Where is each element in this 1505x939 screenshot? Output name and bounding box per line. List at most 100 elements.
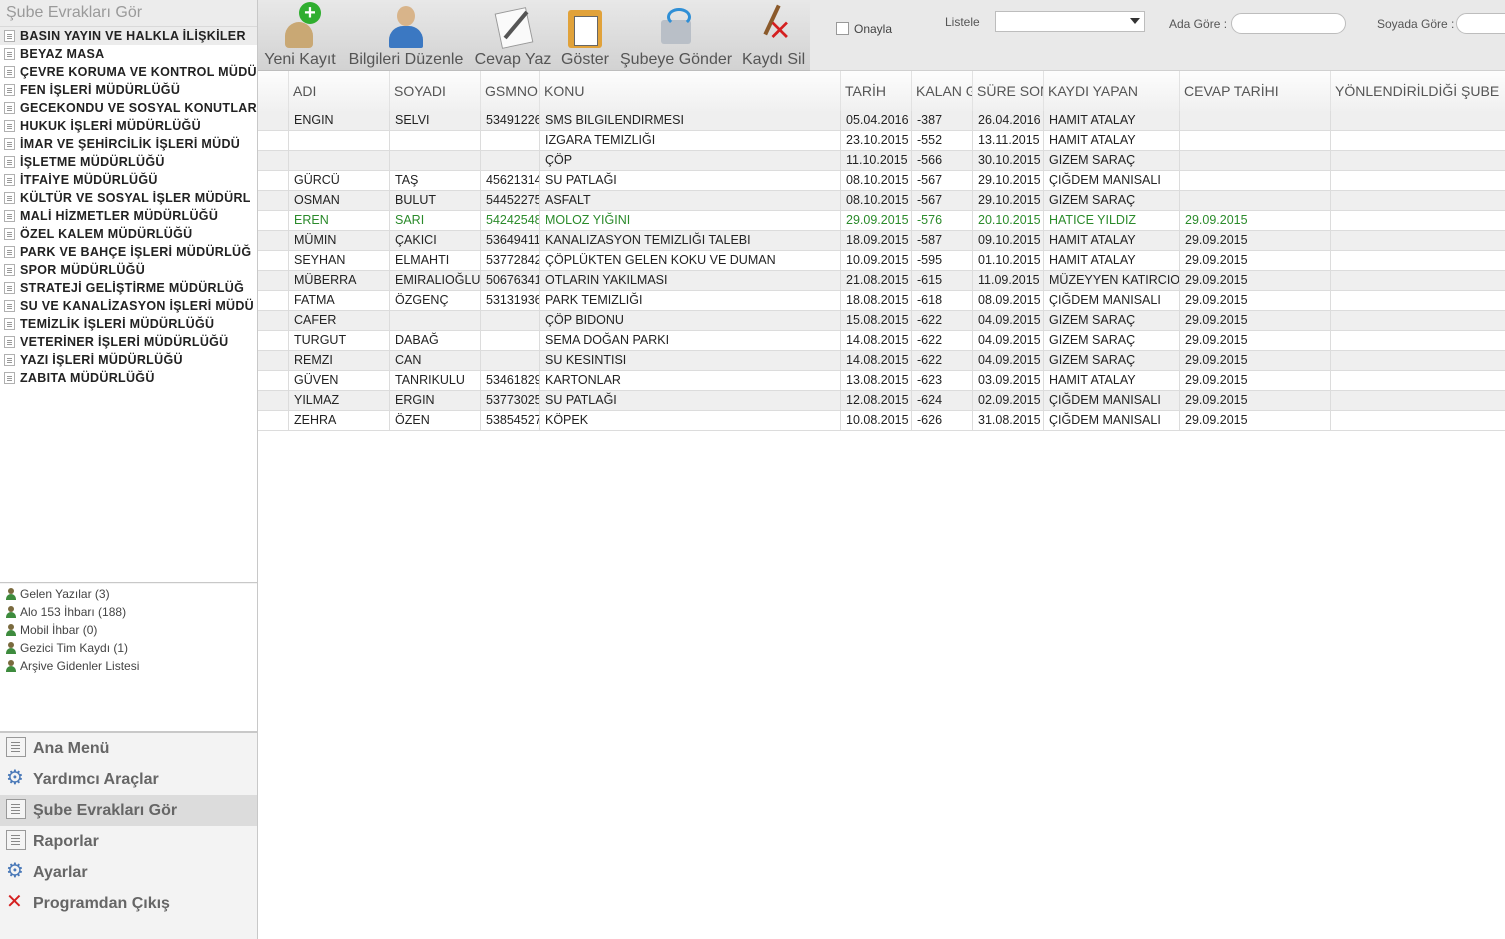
- nav-item[interactable]: Şube Evrakları Gör: [0, 795, 257, 826]
- department-label: HUKUK İŞLERİ MÜDÜRLÜĞÜ: [20, 119, 201, 133]
- table-row[interactable]: TURGUT DABAĞ SEMA DOĞAN PARKI 14.08.2015 -62…: [258, 331, 1505, 351]
- column-header[interactable]: ADI: [288, 71, 389, 111]
- new-record-button[interactable]: Yeni Kayıt: [264, 0, 336, 70]
- list-select[interactable]: [995, 11, 1145, 32]
- table-row[interactable]: GÜVEN TANRIKULU 53461829 KARTONLAR 13.08.201…: [258, 371, 1505, 391]
- column-header[interactable]: KALAN G: [911, 71, 972, 111]
- table-cell: [1330, 251, 1505, 270]
- show-button[interactable]: Göster: [560, 0, 610, 70]
- table-cell: 04.09.2015: [972, 351, 1043, 370]
- table-cell: GIZEM SARAÇ: [1043, 151, 1179, 170]
- department-item[interactable]: İMAR VE ŞEHİRCİLİK İŞLERİ MÜDÜ: [0, 135, 257, 153]
- table-row[interactable]: MÜBERRA EMIRALIOĞLU 50676341 OTLARIN YAKILM…: [258, 271, 1505, 291]
- department-item[interactable]: VETERİNER İŞLERİ MÜDÜRLÜĞÜ: [0, 333, 257, 351]
- table-cell: [1330, 111, 1505, 130]
- nav-item[interactable]: Ayarlar: [0, 855, 257, 888]
- department-label: ZABITA MÜDÜRLÜĞÜ: [20, 371, 155, 385]
- nav-item[interactable]: Ana Menü: [0, 733, 257, 764]
- inbox-item[interactable]: Arşive Gidenler Listesi: [0, 657, 257, 675]
- table-row[interactable]: MÜMIN ÇAKICI 53649411 KANALIZASYON TEMIZLIĞ…: [258, 231, 1505, 251]
- table-cell: PARK TEMIZLIĞI: [539, 291, 840, 310]
- department-item[interactable]: ZABITA MÜDÜRLÜĞÜ: [0, 369, 257, 387]
- department-item[interactable]: HUKUK İŞLERİ MÜDÜRLÜĞÜ: [0, 117, 257, 135]
- table-cell: TANRIKULU: [389, 371, 480, 390]
- department-item[interactable]: ÇEVRE KORUMA VE KONTROL MÜDÜ: [0, 63, 257, 81]
- nav-item[interactable]: Yardımcı Araçlar: [0, 762, 257, 795]
- table-row[interactable]: OSMAN BULUT 54452275 ASFALT 08.10.2015 -567 29…: [258, 191, 1505, 211]
- department-item[interactable]: YAZI İŞLERİ MÜDÜRLÜĞÜ: [0, 351, 257, 369]
- inbox-item[interactable]: Gelen Yazılar (3): [0, 585, 257, 603]
- document-icon: [4, 192, 15, 204]
- department-item[interactable]: BASIN YAYIN VE HALKLA İLİŞKİLER: [0, 27, 257, 45]
- surname-filter-input[interactable]: [1456, 13, 1505, 34]
- checkbox-icon[interactable]: [836, 22, 849, 35]
- department-item[interactable]: SPOR MÜDÜRLÜĞÜ: [0, 261, 257, 279]
- department-label: FEN İŞLERİ MÜDÜRLÜĞÜ: [20, 83, 181, 97]
- department-item[interactable]: İŞLETME MÜDÜRLÜĞÜ: [0, 153, 257, 171]
- column-header[interactable]: GSMNO: [480, 71, 539, 111]
- column-header[interactable]: KAYDI YAPAN: [1043, 71, 1179, 111]
- department-item[interactable]: SU VE KANALİZASYON İŞLERİ MÜDÜ: [0, 297, 257, 315]
- name-filter-input[interactable]: [1231, 13, 1346, 34]
- table-row[interactable]: SEYHAN ELMAHTI 53772842 ÇÖPLÜKTEN GELEN KOK…: [258, 251, 1505, 271]
- department-item[interactable]: BEYAZ MASA: [0, 45, 257, 63]
- approve-checkbox[interactable]: Onayla: [836, 22, 892, 36]
- table-cell: ÇIĞDEM MANISALI: [1043, 391, 1179, 410]
- department-item[interactable]: İTFAİYE MÜDÜRLÜĞÜ: [0, 171, 257, 189]
- table-cell: ÖZEN: [389, 411, 480, 430]
- table-cell: 04.09.2015: [972, 331, 1043, 350]
- department-item[interactable]: PARK VE BAHÇE İŞLERİ MÜDÜRLÜĞ: [0, 243, 257, 261]
- table-cell: [1330, 311, 1505, 330]
- department-item[interactable]: STRATEJİ GELİŞTİRME MÜDÜRLÜĞ: [0, 279, 257, 297]
- department-item[interactable]: MALİ HİZMETLER MÜDÜRLÜĞÜ: [0, 207, 257, 225]
- column-header[interactable]: KONU: [539, 71, 840, 111]
- document-icon: [4, 264, 15, 276]
- column-header[interactable]: SOYADI: [389, 71, 480, 111]
- document-icon: [4, 66, 15, 78]
- department-item[interactable]: TEMİZLİK İŞLERİ MÜDÜRLÜĞÜ: [0, 315, 257, 333]
- table-cell: [1330, 291, 1505, 310]
- table-cell: 29.09.2015: [1179, 371, 1330, 390]
- inbox-item[interactable]: Gezici Tim Kaydı (1): [0, 639, 257, 657]
- inbox-item[interactable]: Alo 153 İhbarı (188): [0, 603, 257, 621]
- table-row[interactable]: CAFER ÇÖP BIDONU 15.08.2015 -622 04.09.2015 G…: [258, 311, 1505, 331]
- inbox-item[interactable]: Mobil İhbar (0): [0, 621, 257, 639]
- column-header[interactable]: YÖNLENDİRİLDİĞİ ŞUBE: [1330, 71, 1505, 111]
- delete-record-button[interactable]: Kaydı Sil: [742, 0, 805, 70]
- department-item[interactable]: FEN İŞLERİ MÜDÜRLÜĞÜ: [0, 81, 257, 99]
- reply-button[interactable]: Cevap Yaz: [474, 0, 552, 70]
- column-header[interactable]: TARİH: [840, 71, 911, 111]
- table-cell: 29.09.2015: [1179, 291, 1330, 310]
- table-cell: SEYHAN: [288, 251, 389, 270]
- table-row[interactable]: ÇÖP 11.10.2015 -566 30.10.2015 GIZEM SARAÇ: [258, 151, 1505, 171]
- table-cell: [1330, 371, 1505, 390]
- table-row[interactable]: REMZI CAN SU KESINTISI 14.08.2015 -622 04.09.…: [258, 351, 1505, 371]
- table-cell: [1179, 171, 1330, 190]
- table-cell: 11.10.2015: [840, 151, 911, 170]
- table-cell: 05.04.2016: [840, 111, 911, 130]
- department-item[interactable]: GECEKONDU VE SOSYAL KONUTLAR: [0, 99, 257, 117]
- table-row[interactable]: YILMAZ ERGIN 53773025 SU PATLAĞI 12.08.2015-…: [258, 391, 1505, 411]
- table-cell: 15.08.2015: [840, 311, 911, 330]
- table-cell: 50676341: [480, 271, 539, 290]
- table-cell: -615: [911, 271, 972, 290]
- table-cell: [1330, 351, 1505, 370]
- department-item[interactable]: KÜLTÜR VE SOSYAL İŞLER MÜDÜRL: [0, 189, 257, 207]
- table-cell: 29.10.2015: [972, 191, 1043, 210]
- table-row[interactable]: EREN SARI 54242548 MOLOZ YIĞINI 29.09.2015 -5…: [258, 211, 1505, 231]
- table-row[interactable]: IZGARA TEMIZLIĞI 23.10.2015 -552 13.11.2015…: [258, 131, 1505, 151]
- edit-info-button[interactable]: Bilgileri Düzenle: [348, 0, 464, 70]
- department-label: ÖZEL KALEM MÜDÜRLÜĞÜ: [20, 227, 193, 241]
- table-row[interactable]: FATMA ÖZGENÇ 53131936 PARK TEMIZLIĞI 18.08.2…: [258, 291, 1505, 311]
- table-row[interactable]: ENGIN SELVI 53491226 SMS BILGILENDIRMESI 05.…: [258, 111, 1505, 131]
- nav-item[interactable]: Programdan Çıkış: [0, 886, 257, 919]
- column-header[interactable]: CEVAP TARİHI: [1179, 71, 1330, 111]
- table-row[interactable]: GÜRCÜ TAŞ 45621314 SU PATLAĞI 08.10.2015 -567…: [258, 171, 1505, 191]
- department-item[interactable]: ÖZEL KALEM MÜDÜRLÜĞÜ: [0, 225, 257, 243]
- send-branch-button[interactable]: Şubeye Gönder: [620, 0, 732, 70]
- column-header[interactable]: SÜRE SON: [972, 71, 1043, 111]
- table-cell: 08.10.2015: [840, 191, 911, 210]
- nav-item[interactable]: Raporlar: [0, 826, 257, 857]
- table-cell: [1330, 191, 1505, 210]
- table-row[interactable]: ZEHRA ÖZEN 53854527 KÖPEK 10.08.2015 -626 31.0…: [258, 411, 1505, 431]
